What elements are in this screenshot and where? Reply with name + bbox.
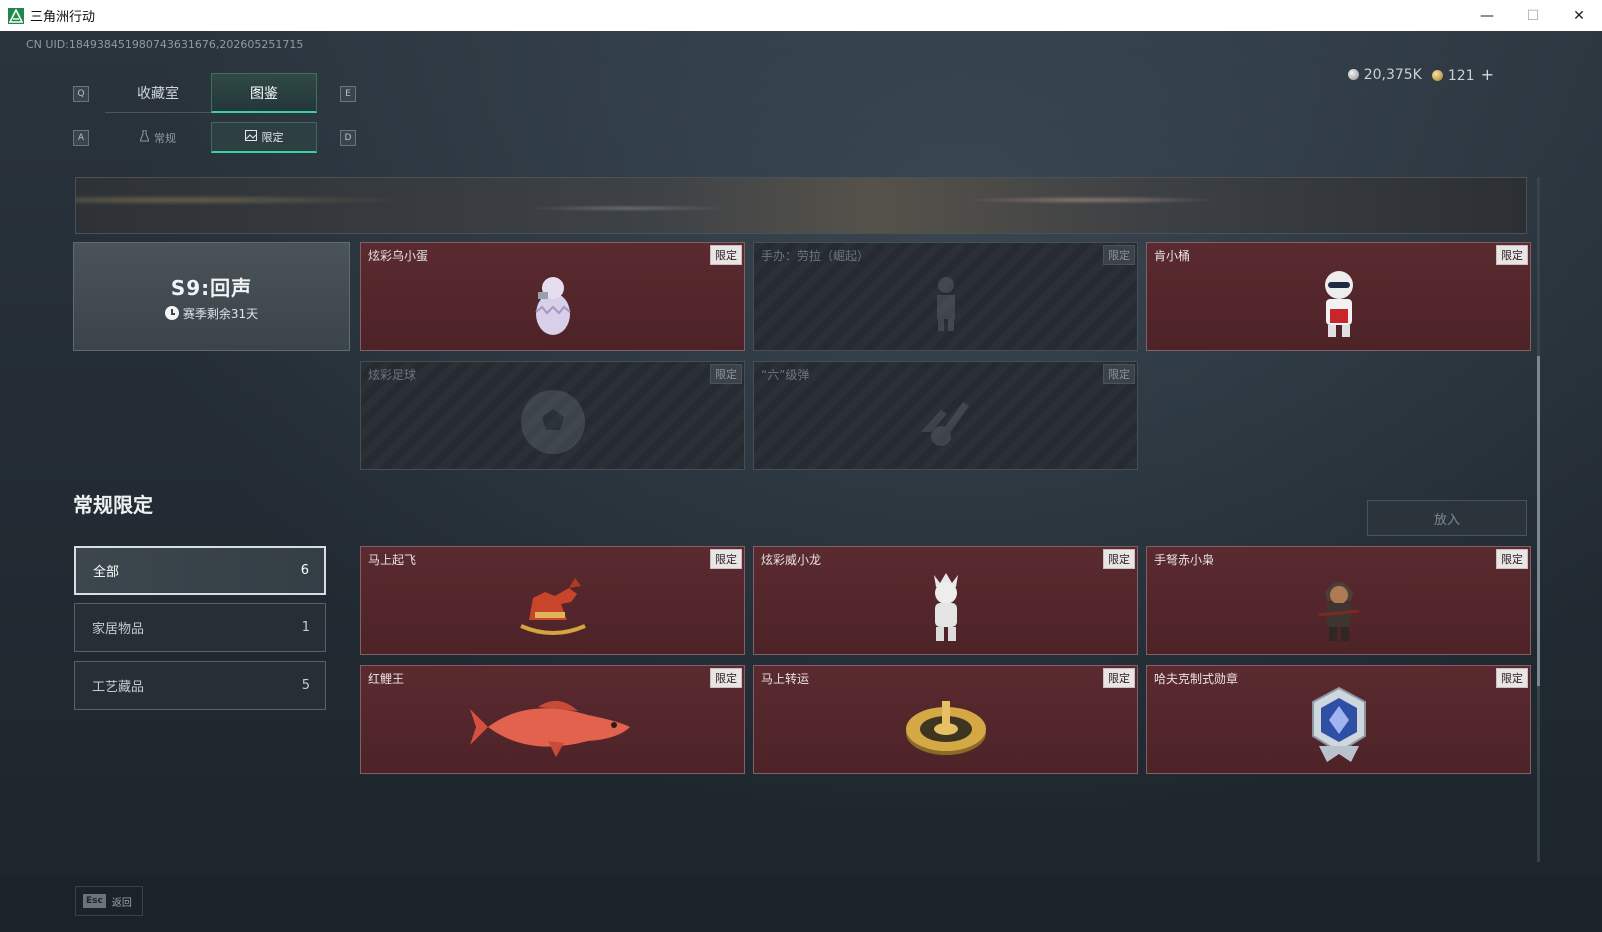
bottom-bar: Esc 返回 xyxy=(0,877,1602,932)
limited-badge: 限定 xyxy=(1103,549,1135,569)
currency-bar: 20,375K 121 + xyxy=(1347,65,1494,84)
season-title: S9:回声 xyxy=(170,275,253,300)
prev-subtab-key[interactable]: A xyxy=(73,130,89,146)
game-stage: CN UID:18493845198074363167​6,2026052517… xyxy=(0,31,1602,932)
app-logo-icon xyxy=(8,7,24,24)
picture-icon xyxy=(244,130,257,144)
item-card[interactable]: 红鲤王 限定 xyxy=(360,665,745,774)
sub-tabs: 常规 限定 xyxy=(105,122,317,153)
item-name: 手办：劳拉（崛起） xyxy=(761,249,870,263)
clock-icon xyxy=(164,306,179,320)
flask-icon xyxy=(139,129,150,145)
filter-count: 5 xyxy=(301,678,310,693)
limited-badge: 限定 xyxy=(710,364,742,384)
subtab-limited-label: 限定 xyxy=(261,131,284,144)
scrollbar-thumb[interactable] xyxy=(1537,356,1540,686)
limited-badge: 限定 xyxy=(710,245,742,265)
silver-coin-icon xyxy=(1347,68,1359,80)
item-card[interactable]: 肯小桶 限定 xyxy=(1146,242,1531,351)
item-name: 炫彩足球 xyxy=(368,368,417,382)
gold-currency: 121 + xyxy=(1431,65,1494,84)
window-titlebar: 三角洲行动 — ☐ ✕ xyxy=(0,0,1602,31)
item-name: 肯小桶 xyxy=(1154,249,1191,263)
filter-all[interactable]: 全部 6 xyxy=(74,546,326,595)
item-name: 红鲤王 xyxy=(368,672,405,686)
chibi-figure-icon xyxy=(1314,267,1364,343)
rocking-horse-icon xyxy=(511,574,595,644)
egg-figure-icon xyxy=(528,268,578,342)
limited-badge: 限定 xyxy=(1103,364,1135,384)
filter-label: 家居物品 xyxy=(92,622,145,637)
item-name: “六”级弹 xyxy=(761,368,810,382)
limited-badge: 限定 xyxy=(710,549,742,569)
back-button[interactable]: Esc 返回 xyxy=(75,886,143,916)
item-name: 马上转运 xyxy=(761,672,810,686)
item-name: 炫彩乌小蛋 xyxy=(368,249,429,263)
hand-icon xyxy=(911,392,981,456)
red-carp-icon xyxy=(468,691,638,765)
add-currency-button[interactable]: + xyxy=(1481,65,1494,84)
put-in-button[interactable]: 放入 xyxy=(1367,500,1527,536)
figure-icon xyxy=(926,273,966,337)
section-title: 常规限定 xyxy=(73,493,153,517)
limited-badge: 限定 xyxy=(1496,668,1528,688)
item-card[interactable]: 手弩赤小枭 限定 xyxy=(1146,546,1531,655)
silver-currency: 20,375K xyxy=(1347,66,1422,83)
silver-amount: 20,375K xyxy=(1363,66,1422,83)
limited-badge: 限定 xyxy=(1103,668,1135,688)
season-remaining: 赛季剩余31天 xyxy=(164,305,259,322)
item-card[interactable]: 炫彩乌小蛋 限定 xyxy=(360,242,745,351)
season-panel: S9:回声 赛季剩余31天 xyxy=(73,242,350,351)
subtab-limited[interactable]: 限定 xyxy=(211,122,317,153)
filter-craft-collectibles[interactable]: 工艺藏品 5 xyxy=(74,661,326,710)
item-card[interactable]: 手办：劳拉（崛起） 限定 xyxy=(753,242,1138,351)
maximize-button[interactable]: ☐ xyxy=(1510,0,1556,31)
filter-count: 6 xyxy=(300,563,309,578)
item-card[interactable]: “六”级弹 限定 xyxy=(753,361,1138,470)
item-card[interactable]: 马上起飞 限定 xyxy=(360,546,745,655)
next-tab-key[interactable]: E xyxy=(340,86,356,102)
item-name: 炫彩威小龙 xyxy=(761,553,822,567)
item-card[interactable]: 马上转运 限定 xyxy=(753,665,1138,774)
limited-badge: 限定 xyxy=(1496,549,1528,569)
main-tabs: 收藏室 图鉴 xyxy=(105,73,317,113)
prev-tab-key[interactable]: Q xyxy=(73,86,89,102)
close-button[interactable]: ✕ xyxy=(1556,0,1602,31)
filter-home-items[interactable]: 家居物品 1 xyxy=(74,603,326,652)
limited-badge: 限定 xyxy=(710,668,742,688)
subtab-regular-label: 常规 xyxy=(154,131,176,145)
esc-key: Esc xyxy=(83,894,106,908)
season-remaining-text: 赛季剩余31天 xyxy=(182,306,259,321)
tab-catalog[interactable]: 图鉴 xyxy=(211,73,317,113)
medal-icon xyxy=(1307,686,1371,770)
filter-count: 1 xyxy=(301,620,310,635)
tab-collection-room[interactable]: 收藏室 xyxy=(105,73,211,113)
filter-label: 工艺藏品 xyxy=(92,680,145,695)
white-dragon-figure-icon xyxy=(924,569,968,649)
next-subtab-key[interactable]: D xyxy=(340,130,356,146)
window-title: 三角洲行动 xyxy=(30,10,96,25)
item-name: 马上起飞 xyxy=(368,553,417,567)
uid-text: CN UID:18493845198074363167​6,2026052517… xyxy=(26,38,304,51)
gold-amount: 121 xyxy=(1447,68,1475,84)
football-icon xyxy=(518,387,588,461)
crossbow-figure-icon xyxy=(1315,571,1363,647)
minimize-button[interactable]: — xyxy=(1464,0,1510,31)
filter-label: 全部 xyxy=(93,565,120,580)
limited-badge: 限定 xyxy=(1103,245,1135,265)
gold-wheel-icon xyxy=(904,693,988,763)
item-card[interactable]: 哈夫克制式勋章 限定 xyxy=(1146,665,1531,774)
season-banner-image xyxy=(75,177,1527,234)
item-name: 哈夫克制式勋章 xyxy=(1154,672,1239,686)
item-card[interactable]: 炫彩威小龙 限定 xyxy=(753,546,1138,655)
limited-badge: 限定 xyxy=(1496,245,1528,265)
gold-coin-icon xyxy=(1431,70,1443,81)
item-name: 手弩赤小枭 xyxy=(1154,553,1215,567)
subtab-regular[interactable]: 常规 xyxy=(105,122,211,153)
item-card[interactable]: 炫彩足球 限定 xyxy=(360,361,745,470)
back-label: 返回 xyxy=(111,897,132,909)
